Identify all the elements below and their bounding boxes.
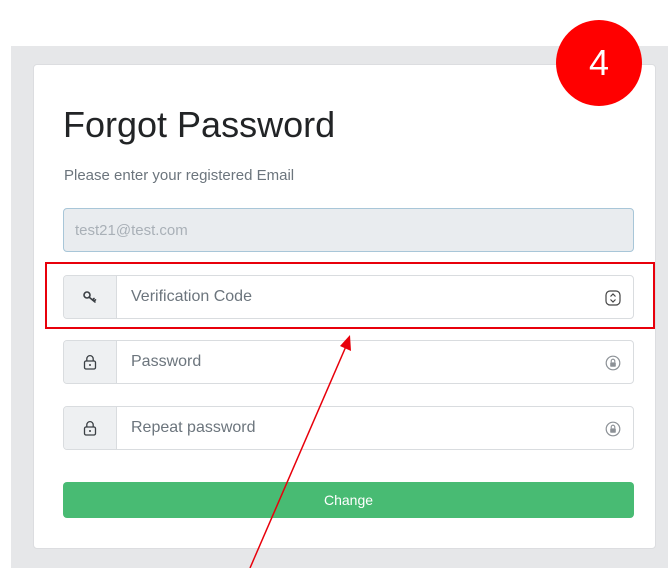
step-number-badge: 4 [556,20,642,106]
password-manager-icon[interactable] [603,353,623,373]
repeat-password-group [63,406,634,450]
verification-code-input[interactable] [117,276,587,318]
password-group [63,340,634,384]
password-manager-icon[interactable] [603,419,623,439]
verification-code-group [63,275,634,319]
change-button[interactable]: Change [63,482,634,518]
lock-icon [64,407,117,449]
key-icon [64,276,117,318]
page-title: Forgot Password [63,104,336,145]
repeat-password-input[interactable] [117,407,587,449]
stepper-icon[interactable] [603,288,623,308]
email-field[interactable] [63,208,634,252]
lock-icon [64,341,117,383]
password-input[interactable] [117,341,587,383]
instruction-text: Please enter your registered Email [64,167,295,184]
